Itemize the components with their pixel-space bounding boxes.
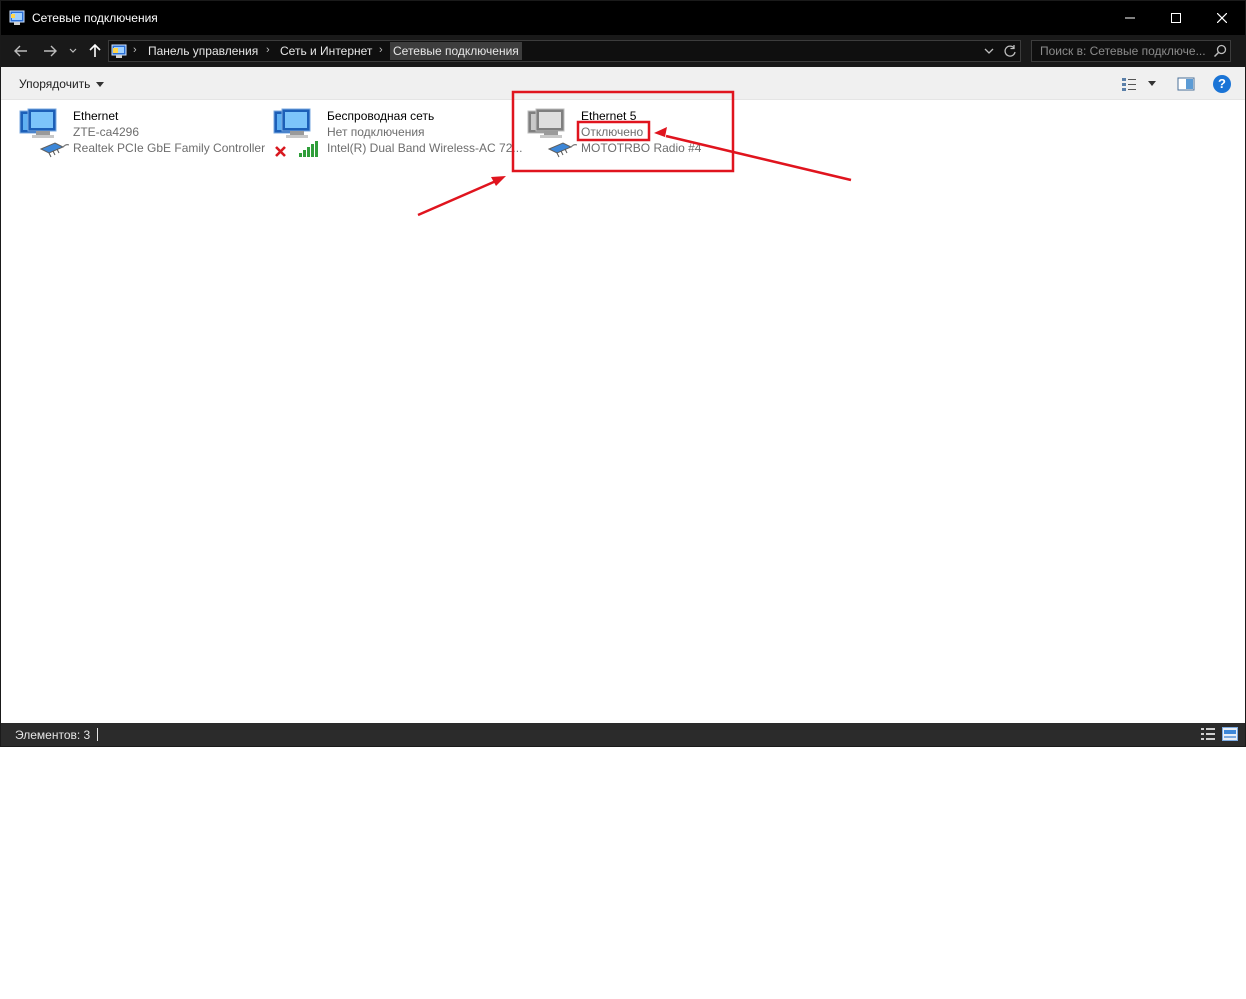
network-connections-app-icon xyxy=(9,10,25,25)
chevron-right-icon[interactable]: › xyxy=(266,44,270,56)
search-input[interactable] xyxy=(1032,41,1210,61)
chevron-down-icon[interactable] xyxy=(982,44,996,58)
connection-item-ethernet[interactable]: Ethernet ZTE-ca4296 Realtek PCIe GbE Fam… xyxy=(19,105,269,165)
arrow-left-icon xyxy=(14,45,27,57)
connection-item-wireless[interactable]: Беспроводная сеть Нет подключения Intel(… xyxy=(273,105,523,165)
connection-device: Intel(R) Dual Band Wireless-AC 72... xyxy=(327,141,523,155)
address-bar[interactable]: › Панель управления › Сеть и Интернет › … xyxy=(108,40,1021,62)
up-button[interactable] xyxy=(84,41,106,61)
recent-locations-button[interactable] xyxy=(65,41,81,61)
connection-name: Ethernet xyxy=(73,109,119,123)
connection-name: Беспроводная сеть xyxy=(327,109,435,123)
status-separator xyxy=(97,728,98,741)
connection-name: Ethernet 5 xyxy=(581,109,637,123)
details-view-icon[interactable] xyxy=(1200,727,1216,741)
item-count: Элементов: 3 xyxy=(15,728,91,742)
connection-device: Realtek PCIe GbE Family Controller xyxy=(73,141,266,155)
chevron-down-icon xyxy=(69,48,77,53)
large-icons-view-icon[interactable] xyxy=(1222,727,1238,741)
connection-status: Нет подключения xyxy=(327,125,425,139)
arrow-up-icon xyxy=(89,44,101,57)
breadcrumb-network-connections[interactable]: Сетевые подключения xyxy=(390,42,522,60)
wireless-disconnected-icon xyxy=(273,108,318,157)
close-icon xyxy=(1217,13,1227,23)
chevron-right-icon[interactable]: › xyxy=(133,44,137,56)
close-button[interactable] xyxy=(1199,1,1245,35)
search-icon[interactable] xyxy=(1213,44,1227,58)
status-bar: Элементов: 3 xyxy=(1,723,1245,746)
search-box[interactable] xyxy=(1031,40,1231,62)
maximize-icon xyxy=(1171,13,1181,23)
explorer-window: Сетевые подключения › Панель управления … xyxy=(0,0,1246,747)
caret-down-icon xyxy=(96,81,105,87)
connections-list: Ethernet ZTE-ca4296 Realtek PCIe GbE Fam… xyxy=(1,101,1245,723)
window-title: Сетевые подключения xyxy=(32,11,158,25)
network-disabled-icon xyxy=(527,108,577,158)
forward-button[interactable] xyxy=(39,41,61,61)
connection-item-ethernet-5[interactable]: Ethernet 5 Отключено MOTOTRBO Radio #4 xyxy=(527,105,777,165)
chevron-right-icon[interactable]: › xyxy=(379,44,383,56)
help-button[interactable]: ? xyxy=(1213,75,1231,93)
minimize-button[interactable] xyxy=(1107,1,1153,35)
minimize-icon xyxy=(1125,17,1135,19)
network-connected-icon xyxy=(19,108,69,158)
organize-label: Упорядочить xyxy=(19,77,91,91)
change-view-icon[interactable] xyxy=(1121,76,1137,92)
back-button[interactable] xyxy=(10,41,32,61)
caret-down-icon[interactable] xyxy=(1147,81,1157,87)
organize-button[interactable]: Упорядочить xyxy=(19,77,105,91)
connection-status: Отключено xyxy=(581,125,644,139)
maximize-button[interactable] xyxy=(1153,1,1199,35)
control-panel-icon xyxy=(111,44,127,58)
connection-status: ZTE-ca4296 xyxy=(73,125,140,139)
command-bar: Упорядочить ? xyxy=(1,67,1245,100)
preview-pane-icon[interactable] xyxy=(1177,76,1195,92)
connection-device: MOTOTRBO Radio #4 xyxy=(581,141,702,155)
navigation-bar: › Панель управления › Сеть и Интернет › … xyxy=(1,35,1245,67)
title-bar[interactable]: Сетевые подключения xyxy=(1,1,1245,35)
breadcrumb-control-panel[interactable]: Панель управления xyxy=(148,44,258,58)
arrow-right-icon xyxy=(44,45,57,57)
breadcrumb-network-internet[interactable]: Сеть и Интернет xyxy=(280,44,372,58)
refresh-icon[interactable] xyxy=(1002,43,1018,59)
